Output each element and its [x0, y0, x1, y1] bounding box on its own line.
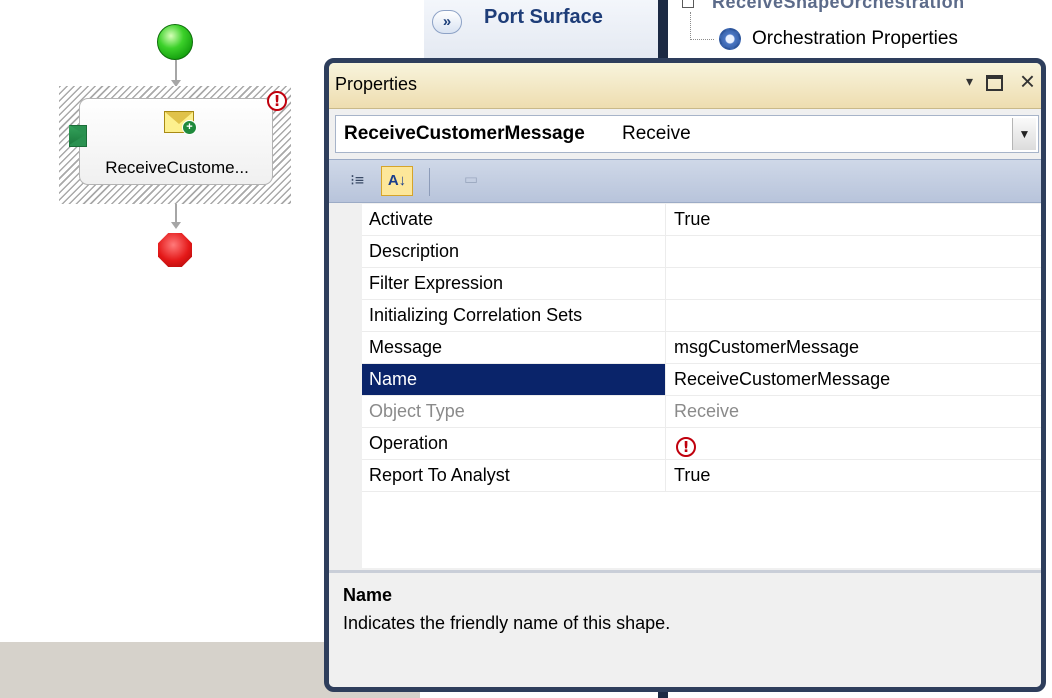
property-name: Initializing Correlation Sets — [362, 300, 666, 331]
property-value[interactable] — [667, 300, 1041, 331]
property-value[interactable]: ! — [667, 428, 1041, 459]
flow-arrow-bottom — [171, 222, 181, 229]
selected-object-name: ReceiveCustomerMessage — [344, 123, 585, 144]
end-shape[interactable] — [158, 233, 192, 267]
receive-badge-icon: + — [182, 120, 197, 135]
property-value[interactable]: True — [667, 460, 1041, 491]
property-row-object-type[interactable]: Object Type Receive — [362, 396, 1041, 428]
property-name: Object Type — [362, 396, 666, 427]
property-row-name[interactable]: Name ReceiveCustomerMessage — [362, 364, 1041, 396]
property-row-filter-expression[interactable]: Filter Expression — [362, 268, 1041, 300]
window-position-dropdown-button[interactable]: ▾ — [966, 73, 973, 90]
shape-error-icon[interactable]: ! — [267, 91, 287, 111]
properties-title: Properties — [335, 74, 418, 94]
property-name: Message — [362, 332, 666, 363]
property-grid-gutter — [329, 204, 362, 568]
properties-window: Properties ▾ × ReceiveCustomerMessage Re… — [324, 58, 1046, 692]
properties-toolbar: ⁝≡ A↓ ▭ — [329, 159, 1041, 203]
start-shape[interactable] — [157, 24, 193, 60]
alphabetical-sort-button[interactable]: A↓ — [381, 166, 413, 196]
description-title: Name — [343, 585, 393, 605]
error-icon[interactable]: ! — [676, 437, 696, 457]
property-value[interactable] — [667, 268, 1041, 299]
property-value[interactable]: True — [667, 204, 1041, 235]
property-name: Description — [362, 236, 666, 267]
properties-titlebar[interactable]: Properties ▾ × — [329, 63, 1041, 109]
close-icon[interactable]: × — [1020, 68, 1035, 94]
property-name: Report To Analyst — [362, 460, 666, 491]
property-row-activate[interactable]: Activate True — [362, 204, 1041, 236]
tree-collapse-icon[interactable] — [682, 0, 694, 8]
tree-connector-lines — [690, 12, 714, 40]
property-row-message[interactable]: Message msgCustomerMessage — [362, 332, 1041, 364]
receive-shape-label: ReceiveCustome... — [105, 158, 249, 177]
property-pages-button[interactable]: ▭ — [455, 166, 487, 196]
property-value[interactable]: msgCustomerMessage — [667, 332, 1041, 363]
property-value: Receive — [674, 401, 740, 421]
categorized-view-button[interactable]: ⁝≡ — [341, 166, 373, 196]
gear-icon — [719, 28, 741, 50]
toolbar-separator — [429, 168, 430, 196]
maximize-icon[interactable] — [986, 75, 1003, 91]
property-name: Operation — [362, 428, 666, 459]
tree-item-orchestration-properties[interactable]: Orchestration Properties — [752, 28, 958, 50]
property-row-description[interactable]: Description — [362, 236, 1041, 268]
property-name: Activate — [362, 204, 666, 235]
selected-object-type: Receive — [622, 123, 691, 144]
description-text: Indicates the friendly name of this shap… — [343, 613, 671, 633]
property-grid: Activate True Description Filter Express… — [329, 204, 1041, 568]
property-value[interactable] — [667, 236, 1041, 267]
property-name: Filter Expression — [362, 268, 666, 299]
port-surface-label: Port Surface — [484, 6, 603, 28]
chevron-down-icon[interactable]: ▼ — [1012, 118, 1036, 150]
property-row-initializing-correlation-sets[interactable]: Initializing Correlation Sets — [362, 300, 1041, 332]
expand-port-surface-button[interactable]: » — [432, 10, 462, 34]
property-description-panel: Name Indicates the friendly name of this… — [329, 570, 1041, 687]
property-row-report-to-analyst[interactable]: Report To Analyst True — [362, 460, 1041, 492]
property-row-operation[interactable]: Operation ! — [362, 428, 1041, 460]
property-name: Name — [362, 364, 666, 395]
object-selector-dropdown[interactable]: ReceiveCustomerMessage Receive ▼ — [335, 115, 1039, 153]
property-value[interactable]: ReceiveCustomerMessage — [667, 364, 1041, 395]
tree-root-label[interactable]: ReceiveShapeOrchestration — [712, 0, 965, 13]
